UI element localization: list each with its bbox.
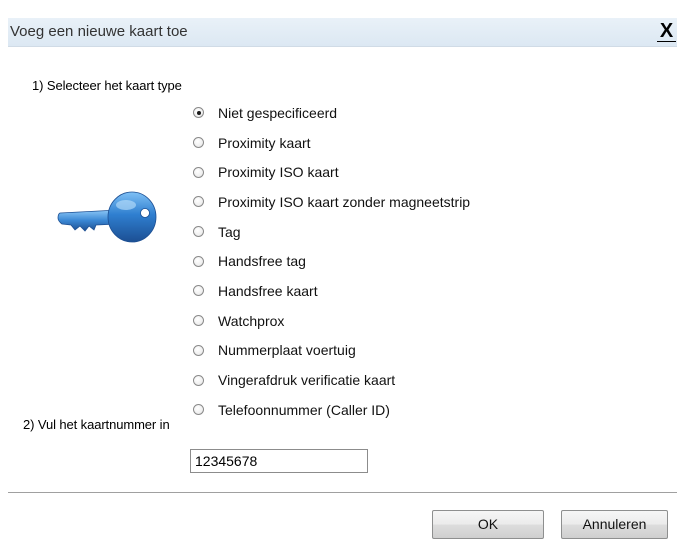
radio-option-handsfree-kaart[interactable]: Handsfree kaart: [193, 276, 470, 306]
radio-option-telefoonnummer-caller-id[interactable]: Telefoonnummer (Caller ID): [193, 395, 470, 425]
cancel-button[interactable]: Annuleren: [561, 510, 668, 539]
radio-option-handsfree-tag[interactable]: Handsfree tag: [193, 246, 470, 276]
radio-label: Telefoonnummer (Caller ID): [218, 401, 390, 418]
ok-button[interactable]: OK: [432, 510, 544, 539]
radio-option-proximity-iso-zonder-magneetstrip[interactable]: Proximity ISO kaart zonder magneetstrip: [193, 187, 470, 217]
radio-button[interactable]: [193, 166, 204, 178]
radio-label: Handsfree tag: [218, 253, 306, 270]
radio-button[interactable]: [193, 137, 204, 149]
radio-option-watchprox[interactable]: Watchprox: [193, 306, 470, 336]
section-2-label: 2) Vul het kaartnummer in: [23, 417, 170, 432]
card-type-radio-group: Niet gespecificeerd Proximity kaart Prox…: [193, 98, 470, 425]
radio-label: Handsfree kaart: [218, 282, 318, 299]
radio-option-niet-gespecificeerd[interactable]: Niet gespecificeerd: [193, 98, 470, 128]
radio-label: Tag: [218, 223, 241, 240]
radio-option-nummerplaat-voertuig[interactable]: Nummerplaat voertuig: [193, 336, 470, 366]
divider: [8, 492, 677, 493]
radio-button[interactable]: [193, 226, 204, 238]
radio-label: Niet gespecificeerd: [218, 104, 338, 121]
radio-button[interactable]: [193, 344, 204, 356]
radio-option-proximity-kaart[interactable]: Proximity kaart: [193, 128, 470, 158]
card-number-input[interactable]: [190, 449, 368, 473]
add-card-dialog: Voeg een nieuwe kaart toe X 1) Selecteer…: [0, 0, 677, 553]
radio-option-proximity-iso-kaart[interactable]: Proximity ISO kaart: [193, 157, 470, 187]
title-bar: Voeg een nieuwe kaart toe X: [8, 18, 677, 47]
radio-button-checked[interactable]: [193, 107, 204, 119]
dialog-title: Voeg een nieuwe kaart toe: [10, 23, 188, 40]
key-icon: [57, 191, 157, 243]
radio-label: Vingerafdruk verificatie kaart: [218, 372, 396, 389]
radio-label: Nummerplaat voertuig: [218, 342, 356, 359]
radio-button[interactable]: [193, 315, 204, 327]
radio-option-tag[interactable]: Tag: [193, 217, 470, 247]
radio-button[interactable]: [193, 255, 204, 267]
radio-button[interactable]: [193, 196, 204, 208]
radio-button[interactable]: [193, 285, 204, 297]
radio-label: Proximity kaart: [218, 134, 311, 151]
radio-button[interactable]: [193, 404, 204, 416]
radio-label: Proximity ISO kaart zonder magneetstrip: [218, 193, 471, 210]
section-1-label: 1) Selecteer het kaart type: [32, 78, 182, 93]
radio-label: Proximity ISO kaart: [218, 164, 339, 181]
close-button[interactable]: X: [656, 21, 677, 42]
radio-option-vingerafdruk-verificatie-kaart[interactable]: Vingerafdruk verificatie kaart: [193, 365, 470, 395]
radio-label: Watchprox: [218, 312, 285, 329]
radio-button[interactable]: [193, 374, 204, 386]
